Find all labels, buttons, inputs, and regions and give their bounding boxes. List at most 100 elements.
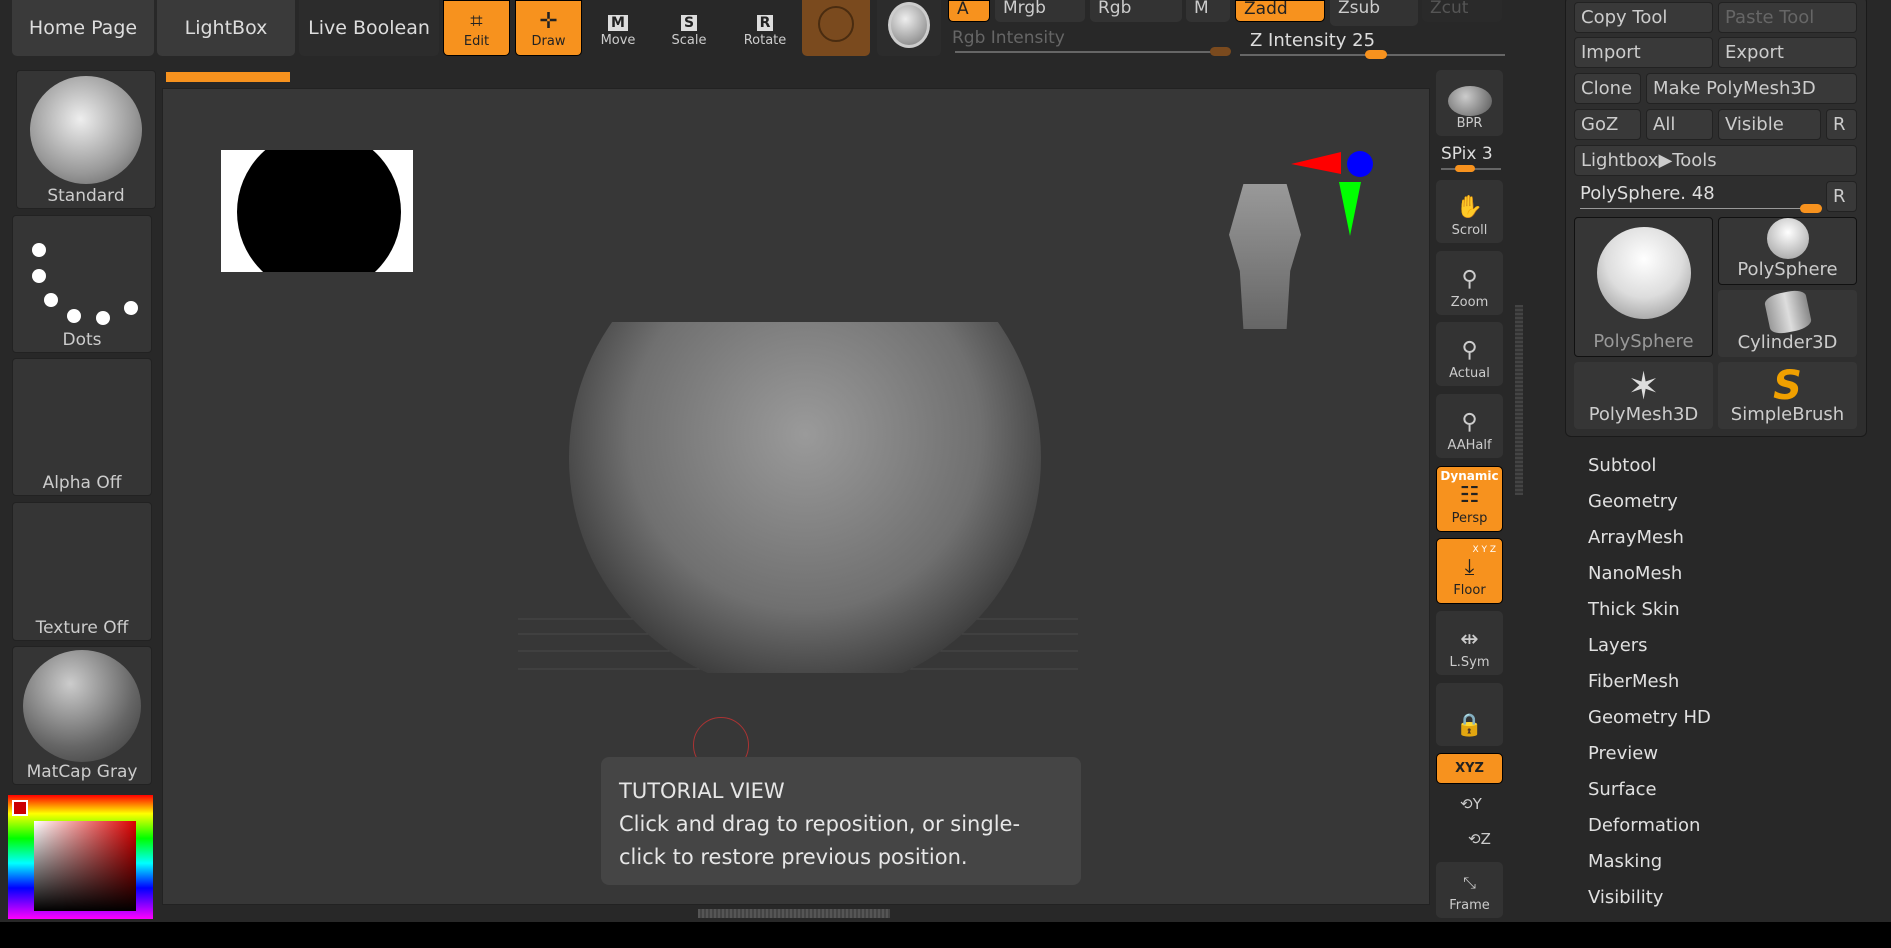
- draw-button[interactable]: ✛ Draw: [515, 0, 582, 56]
- rotate-y-button[interactable]: ⟲Y: [1460, 795, 1482, 813]
- persp-button[interactable]: Dynamic ☷ Persp: [1436, 466, 1503, 532]
- color-picker[interactable]: [8, 795, 153, 919]
- stroke-tile[interactable]: Dots: [12, 215, 152, 353]
- bpr-button[interactable]: BPR: [1436, 70, 1503, 136]
- bottom-bar: [0, 922, 1891, 948]
- material-tile[interactable]: MatCap Gray: [12, 646, 152, 785]
- home-page-button[interactable]: Home Page: [12, 0, 154, 56]
- zsub-button[interactable]: Zsub: [1330, 0, 1418, 26]
- tutorial-text: Click and drag to reposition, or single-…: [619, 812, 1021, 869]
- menu-deformation[interactable]: Deformation: [1588, 815, 1700, 836]
- make-polymesh3d-button[interactable]: Make PolyMesh3D: [1646, 73, 1857, 104]
- menu-preview[interactable]: Preview: [1588, 743, 1658, 764]
- actual-label: Actual: [1449, 366, 1490, 381]
- zoom-button[interactable]: ⚲ Zoom: [1436, 251, 1503, 315]
- frame-button[interactable]: ⤡ Frame: [1436, 862, 1503, 918]
- move-label: Move: [600, 33, 636, 48]
- rotate-xyz-button[interactable]: XYZ: [1436, 753, 1503, 784]
- paste-tool-button[interactable]: Paste Tool: [1718, 2, 1857, 33]
- copy-tool-button[interactable]: Copy Tool: [1574, 2, 1713, 33]
- goz-r-button[interactable]: R: [1826, 109, 1857, 140]
- all-button[interactable]: All: [1646, 109, 1713, 140]
- sphere-tool-button[interactable]: [877, 0, 941, 56]
- canvas[interactable]: TUTORIAL VIEW Click and drag to repositio…: [162, 88, 1430, 905]
- zcut-button[interactable]: Zcut: [1422, 0, 1502, 22]
- current-tool-label: PolySphere. 48: [1580, 183, 1715, 204]
- tool-thumb-polysphere-main[interactable]: PolySphere: [1574, 217, 1713, 357]
- export-button[interactable]: Export: [1718, 37, 1857, 68]
- persp-label: Persp: [1451, 511, 1488, 526]
- rgb-intensity-slider[interactable]: [955, 51, 1225, 53]
- dots-stroke-icon: [32, 243, 138, 325]
- tutorial-view-box[interactable]: TUTORIAL VIEW Click and drag to repositio…: [601, 757, 1081, 885]
- move-button[interactable]: M Move: [588, 0, 648, 56]
- tool-thumb-simplebrush[interactable]: S SimpleBrush: [1718, 362, 1857, 429]
- alpha-tile[interactable]: Alpha Off: [12, 358, 152, 496]
- aahalf-button[interactable]: ⚲ AAHalf: [1436, 394, 1503, 458]
- edit-button[interactable]: ⌗ Edit: [443, 0, 510, 56]
- menu-subtool[interactable]: Subtool: [1588, 455, 1656, 476]
- clone-button[interactable]: Clone: [1574, 73, 1641, 104]
- texture-label: Texture Off: [35, 618, 129, 638]
- goz-button[interactable]: GoZ: [1574, 109, 1641, 140]
- z-intensity-knob[interactable]: [1365, 50, 1387, 59]
- floor-label: Floor: [1453, 583, 1486, 598]
- rgb-button[interactable]: Rgb: [1090, 0, 1182, 22]
- lock-camera-button[interactable]: 🔒: [1436, 683, 1503, 746]
- menu-thick-skin[interactable]: Thick Skin: [1588, 599, 1680, 620]
- texture-tile[interactable]: Texture Off: [12, 502, 152, 641]
- menu-layers[interactable]: Layers: [1588, 635, 1648, 656]
- polysphere-model: [569, 322, 1041, 673]
- rotate-z-button[interactable]: ⟲Z: [1468, 830, 1491, 848]
- panel-scrollbar[interactable]: [1515, 305, 1523, 495]
- scroll-label: Scroll: [1451, 223, 1488, 238]
- material-button[interactable]: [802, 0, 870, 56]
- menu-arraymesh[interactable]: ArrayMesh: [1588, 527, 1684, 548]
- import-button[interactable]: Import: [1574, 37, 1713, 68]
- menu-geometry[interactable]: Geometry: [1588, 491, 1678, 512]
- menu-nanomesh[interactable]: NanoMesh: [1588, 563, 1682, 584]
- spix-knob[interactable]: [1455, 165, 1475, 172]
- hand-icon: ✋: [1455, 195, 1484, 220]
- tool-slider-knob[interactable]: [1800, 204, 1822, 213]
- axis-gizmo-icon[interactable]: [1283, 144, 1373, 244]
- floor-button[interactable]: X Y Z ⤓ Floor: [1436, 538, 1503, 604]
- zadd-button[interactable]: Zadd: [1235, 0, 1325, 22]
- magnifier-icon: ⚲: [1461, 267, 1478, 292]
- cylinder-icon: [1762, 288, 1813, 336]
- brush-tile[interactable]: Standard: [16, 70, 156, 209]
- lsym-button[interactable]: ⇹ L.Sym: [1436, 611, 1503, 675]
- bottom-tray-handle[interactable]: [698, 909, 890, 918]
- mrgb-button[interactable]: Mrgb: [995, 0, 1085, 22]
- tool-r-button[interactable]: R: [1826, 181, 1857, 212]
- brush-label: Standard: [47, 186, 125, 206]
- polysphere-small-icon: [1766, 218, 1809, 259]
- tool-slider[interactable]: [1580, 208, 1805, 209]
- menu-surface[interactable]: Surface: [1588, 779, 1657, 800]
- thumb-label: PolySphere: [1593, 331, 1694, 352]
- lsym-label: L.Sym: [1449, 655, 1490, 670]
- scroll-button[interactable]: ✋ Scroll: [1436, 180, 1503, 243]
- rotate-button[interactable]: R Rotate: [735, 0, 795, 56]
- menu-masking[interactable]: Masking: [1588, 851, 1662, 872]
- rgb-intensity-label: Rgb Intensity: [952, 28, 1065, 48]
- aahalf-label: AAHalf: [1447, 438, 1492, 453]
- a-button[interactable]: A: [948, 0, 990, 22]
- visible-button[interactable]: Visible: [1718, 109, 1821, 140]
- lightbox-button[interactable]: LightBox: [157, 0, 295, 56]
- alpha-preview: [221, 150, 413, 272]
- tool-thumb-polymesh3d[interactable]: ✶ PolyMesh3D: [1574, 362, 1713, 429]
- menu-visibility[interactable]: Visibility: [1588, 887, 1663, 908]
- rgb-intensity-knob[interactable]: [1210, 47, 1231, 56]
- lightbox-tools-button[interactable]: Lightbox▶Tools: [1574, 145, 1857, 176]
- thumb-label: Cylinder3D: [1737, 332, 1838, 353]
- actual-button[interactable]: ⚲ Actual: [1436, 322, 1503, 386]
- tool-thumb-cylinder3d[interactable]: Cylinder3D: [1718, 288, 1857, 357]
- menu-geometry-hd[interactable]: Geometry HD: [1588, 707, 1711, 728]
- scale-button[interactable]: S Scale: [659, 0, 719, 56]
- live-boolean-button[interactable]: Live Boolean: [299, 0, 439, 56]
- tool-thumb-polysphere[interactable]: PolySphere: [1718, 217, 1857, 285]
- menu-fibermesh[interactable]: FiberMesh: [1588, 671, 1679, 692]
- m-button[interactable]: M: [1186, 0, 1230, 22]
- z-label: Z: [1480, 830, 1491, 848]
